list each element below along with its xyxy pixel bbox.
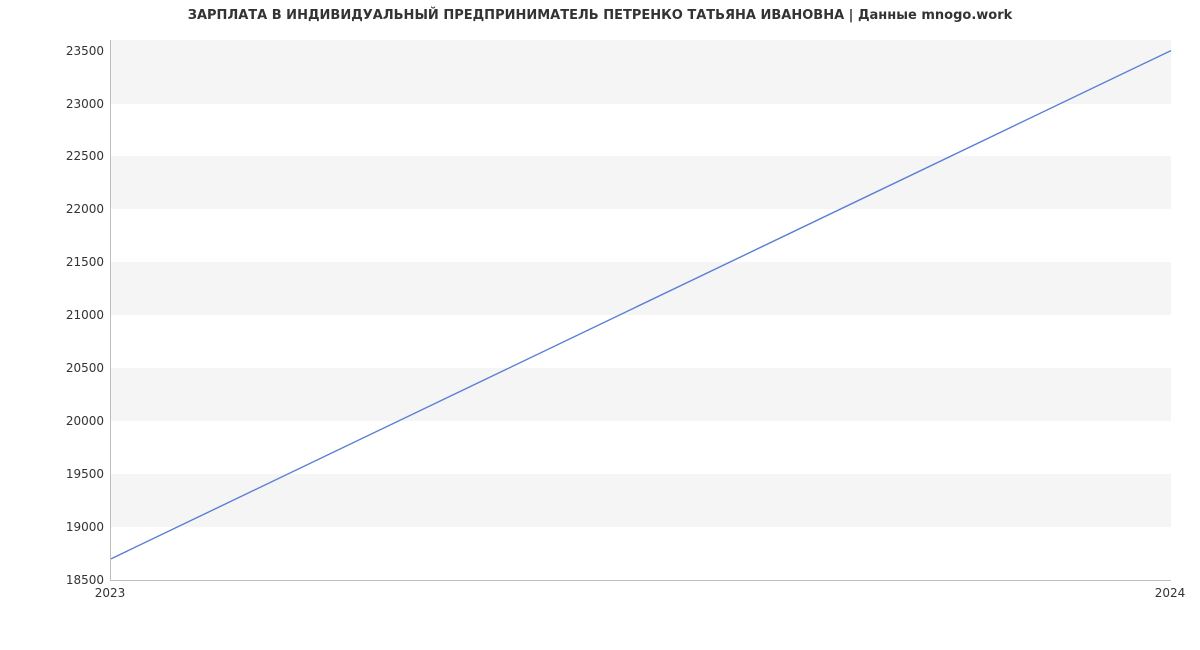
y-tick-label: 22500	[14, 149, 104, 163]
y-tick-label: 22000	[14, 202, 104, 216]
y-tick-label: 21000	[14, 308, 104, 322]
line-layer	[111, 40, 1171, 580]
chart-title: ЗАРПЛАТА В ИНДИВИДУАЛЬНЫЙ ПРЕДПРИНИМАТЕЛ…	[0, 8, 1200, 23]
y-tick-label: 19000	[14, 520, 104, 534]
y-tick-label: 23500	[14, 44, 104, 58]
plot-area	[110, 40, 1171, 581]
y-tick-label: 20500	[14, 361, 104, 375]
y-tick-label: 20000	[14, 414, 104, 428]
x-tick-label: 2023	[95, 586, 126, 600]
y-tick-label: 21500	[14, 255, 104, 269]
data-line	[111, 51, 1171, 559]
y-tick-label: 23000	[14, 97, 104, 111]
chart-container: ЗАРПЛАТА В ИНДИВИДУАЛЬНЫЙ ПРЕДПРИНИМАТЕЛ…	[0, 0, 1200, 650]
x-tick-label: 2024	[1155, 586, 1186, 600]
y-tick-label: 18500	[14, 573, 104, 587]
y-tick-label: 19500	[14, 467, 104, 481]
